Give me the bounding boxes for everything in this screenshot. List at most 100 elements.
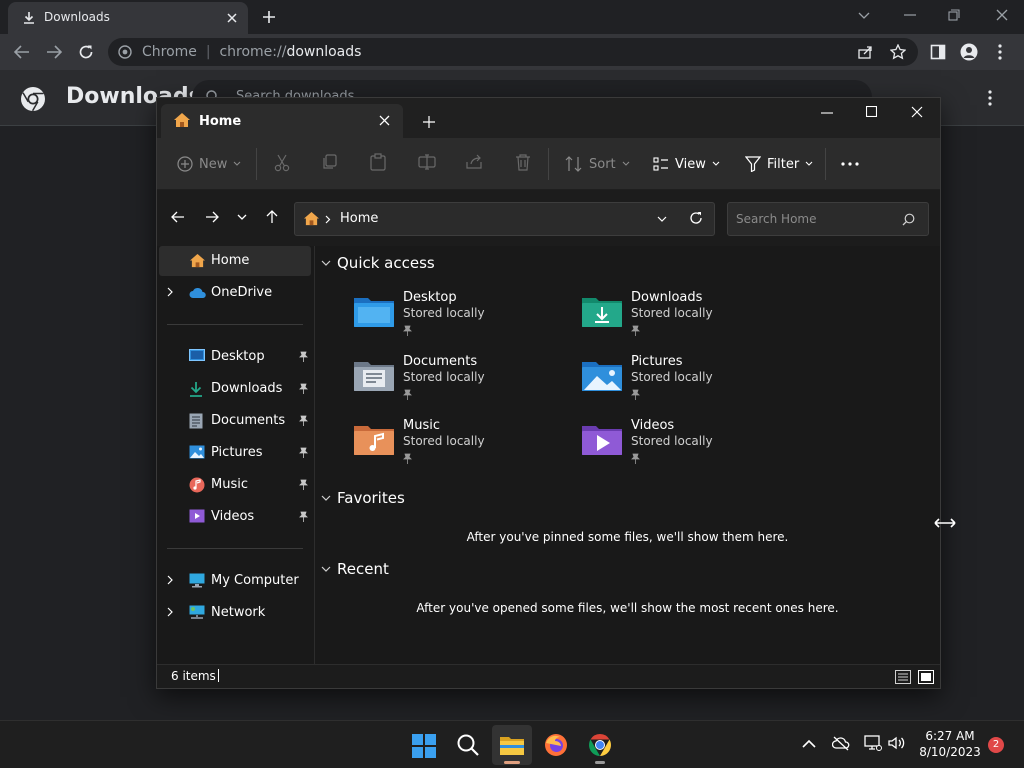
taskbar-search-button[interactable] [448, 725, 488, 765]
pin-icon[interactable] [299, 479, 308, 490]
address-bar[interactable]: Home [294, 202, 715, 236]
notification-badge[interactable]: 2 [988, 737, 1004, 753]
cut-icon[interactable] [274, 154, 290, 172]
rename-icon[interactable] [418, 154, 436, 170]
back-icon[interactable] [14, 45, 30, 59]
show-hidden-icons-chevron-icon[interactable] [802, 739, 816, 748]
new-button[interactable]: New [177, 152, 241, 176]
close-tab-icon[interactable] [226, 12, 238, 24]
url-path: downloads [286, 44, 362, 60]
pin-icon[interactable] [299, 383, 308, 394]
sort-button[interactable]: Sort [565, 152, 630, 176]
nav-item-network[interactable]: Network [159, 598, 311, 628]
start-button[interactable] [404, 725, 444, 765]
close-window-icon[interactable] [996, 9, 1008, 21]
expand-chevron-icon[interactable] [167, 287, 173, 297]
collapse-chevron-icon[interactable] [321, 260, 331, 266]
downloads-menu-icon[interactable] [988, 90, 992, 106]
collapse-chevron-icon[interactable] [321, 566, 331, 572]
address-history-chevron-icon[interactable] [657, 216, 667, 222]
breadcrumb-home[interactable]: Home [340, 211, 378, 226]
close-tab-icon[interactable] [379, 115, 390, 126]
sort-label: Sort [589, 156, 616, 172]
quick-access-header[interactable]: Quick access [321, 254, 435, 272]
up-arrow-icon[interactable] [266, 210, 278, 224]
nav-item-home[interactable]: Home [159, 246, 311, 276]
filter-button[interactable]: Filter [745, 152, 813, 176]
nav-item-downloads[interactable]: Downloads [159, 374, 311, 404]
plus-circle-icon [177, 156, 193, 172]
taskbar-firefox[interactable] [536, 725, 576, 765]
chrome-menu-icon[interactable] [998, 44, 1002, 60]
favorites-header[interactable]: Favorites [321, 489, 405, 507]
maximize-icon[interactable] [866, 106, 877, 117]
more-options-icon[interactable] [841, 162, 859, 166]
desktop-folder-icon [354, 298, 394, 327]
recent-header[interactable]: Recent [321, 560, 389, 578]
restore-icon[interactable] [948, 9, 960, 21]
share-icon[interactable] [466, 154, 484, 170]
nav-item-my-computer[interactable]: My Computer [159, 566, 311, 596]
explorer-tab-home[interactable]: Home [161, 104, 403, 138]
nav-item-documents[interactable]: Documents [159, 406, 311, 436]
nav-item-onedrive[interactable]: OneDrive [159, 278, 311, 308]
volume-icon[interactable] [888, 736, 906, 750]
forward-icon[interactable] [46, 45, 62, 59]
delete-icon[interactable] [515, 154, 531, 171]
side-panel-icon[interactable] [930, 44, 946, 60]
minimize-icon[interactable] [904, 14, 916, 16]
new-tab-icon[interactable] [262, 10, 276, 24]
bookmark-star-icon[interactable] [890, 44, 906, 60]
item-name: Pictures [631, 354, 683, 369]
tab-search-chevron-icon[interactable] [858, 10, 870, 20]
videos-folder-icon [582, 426, 622, 455]
search-icon [457, 734, 479, 756]
details-view-icon[interactable] [895, 670, 911, 684]
close-window-icon[interactable] [911, 106, 923, 118]
expand-chevron-icon[interactable] [167, 607, 173, 617]
nav-item-pictures[interactable]: Pictures [159, 438, 311, 468]
quick-access-documents[interactable]: Documents Stored locally [353, 354, 573, 410]
tiles-view-icon[interactable] [918, 670, 934, 684]
quick-access-desktop[interactable]: Desktop Stored locally [353, 290, 573, 346]
expand-chevron-icon[interactable] [167, 575, 173, 585]
nav-item-music[interactable]: Music [159, 470, 311, 500]
pin-icon[interactable] [299, 415, 308, 426]
quick-access-music[interactable]: Music Stored locally [353, 418, 573, 474]
clock[interactable]: 6:27 AM 8/10/2023 [916, 728, 984, 760]
recent-locations-chevron-icon[interactable] [237, 214, 247, 220]
new-tab-icon[interactable] [423, 116, 435, 128]
pin-icon[interactable] [299, 511, 308, 522]
reload-icon[interactable] [78, 44, 94, 60]
item-name: Documents [403, 354, 478, 369]
minimize-icon[interactable] [821, 112, 833, 114]
pin-icon[interactable] [299, 447, 308, 458]
quick-access-pictures[interactable]: Pictures Stored locally [581, 354, 801, 410]
nav-item-videos[interactable]: Videos [159, 502, 311, 532]
share-icon[interactable] [858, 45, 874, 59]
running-app-indicator [595, 761, 605, 764]
back-arrow-icon[interactable] [171, 211, 185, 223]
copy-icon[interactable] [322, 154, 338, 170]
item-name: Videos [631, 418, 675, 433]
forward-arrow-icon[interactable] [205, 211, 219, 223]
network-status-icon[interactable] [864, 735, 882, 751]
chrome-tabstrip: Downloads [0, 0, 1024, 34]
quick-access-downloads[interactable]: Downloads Stored locally [581, 290, 801, 346]
profile-avatar-icon[interactable] [960, 43, 978, 61]
item-count: 6 items [171, 669, 216, 683]
refresh-icon[interactable] [689, 211, 703, 225]
omnibox[interactable]: Chrome | chrome://downloads [108, 38, 918, 66]
onedrive-offline-icon[interactable] [832, 735, 850, 751]
chrome-tab-downloads[interactable]: Downloads [8, 2, 248, 34]
taskbar-file-explorer[interactable] [492, 725, 532, 765]
collapse-chevron-icon[interactable] [321, 495, 331, 501]
pin-icon[interactable] [299, 351, 308, 362]
nav-item-desktop[interactable]: Desktop [159, 342, 311, 372]
documents-icon [189, 413, 203, 429]
paste-icon[interactable] [370, 153, 386, 171]
quick-access-videos[interactable]: Videos Stored locally [581, 418, 801, 474]
view-button[interactable]: View [653, 152, 720, 176]
taskbar-chrome[interactable] [580, 725, 620, 765]
search-input[interactable]: Search Home [727, 202, 929, 236]
